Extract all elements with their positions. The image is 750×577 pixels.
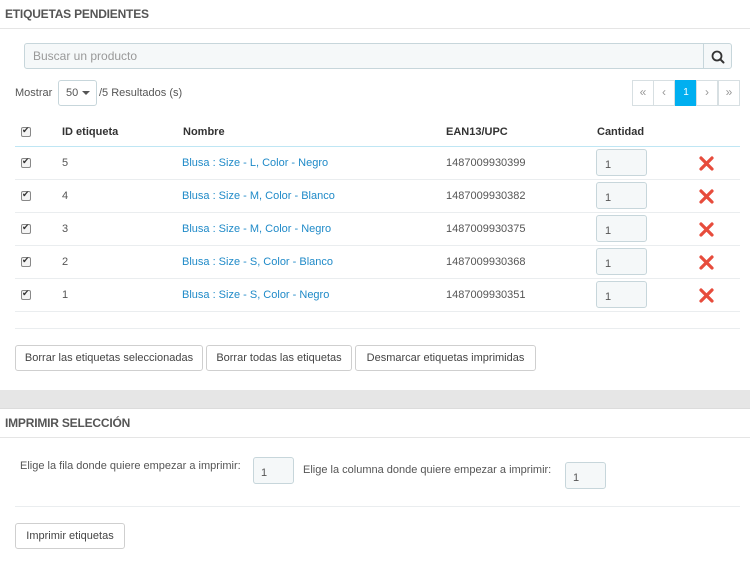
pagination-current[interactable]: 1: [675, 80, 697, 106]
row-checkbox[interactable]: [21, 255, 31, 267]
header-ean: EAN13/UPC: [446, 126, 508, 138]
row-divider: [15, 179, 740, 180]
delete-icon[interactable]: [699, 288, 714, 303]
per-page-value: 50: [66, 87, 79, 99]
print-divider: [15, 506, 740, 507]
unmark-printed-button[interactable]: Desmarcar etiquetas imprimidas: [355, 345, 536, 371]
quantity-input[interactable]: 1: [596, 248, 647, 275]
row-divider: [15, 245, 740, 246]
section-title: IMPRIMIR SELECCIÓN: [5, 416, 131, 430]
quantity-input[interactable]: 1: [596, 182, 647, 209]
pending-labels-header: ETIQUETAS PENDIENTES: [0, 0, 750, 29]
row-checkbox[interactable]: [21, 288, 31, 300]
pagination-next[interactable]: ›: [696, 80, 718, 106]
pagination-first[interactable]: «: [632, 80, 654, 106]
delete-icon[interactable]: [699, 189, 714, 204]
pagination-last[interactable]: »: [718, 80, 740, 106]
section-separator: [0, 390, 750, 409]
row-id: 4: [62, 190, 69, 202]
row-checkbox[interactable]: [21, 222, 31, 234]
row-ean: 1487009930399: [446, 157, 526, 169]
row-divider: [15, 311, 740, 312]
show-label: Mostrar: [15, 87, 53, 99]
search-button[interactable]: [703, 43, 732, 69]
header-name: Nombre: [183, 126, 225, 138]
quantity-input[interactable]: 1: [596, 149, 647, 176]
start-column-label: Elige la columna donde quiere empezar a …: [303, 464, 552, 476]
chevron-down-icon: [82, 91, 90, 95]
actions-divider: [15, 328, 740, 329]
row-divider: [15, 212, 740, 213]
start-column-input[interactable]: 1: [565, 462, 606, 489]
start-row-label: Elige la fila donde quiere empezar a imp…: [20, 460, 241, 472]
row-ean: 1487009930368: [446, 256, 526, 268]
start-row-input[interactable]: 1: [253, 457, 294, 484]
quantity-input[interactable]: 1: [596, 215, 647, 242]
select-all-checkbox[interactable]: [21, 125, 31, 137]
product-link[interactable]: Blusa : Size - S, Color - Blanco: [182, 256, 333, 268]
row-ean: 1487009930382: [446, 190, 526, 202]
search-icon: [711, 50, 725, 64]
per-page-select[interactable]: 50: [58, 80, 97, 106]
results-count: /5 Resultados (s): [99, 87, 183, 99]
row-id: 5: [62, 157, 69, 169]
row-ean: 1487009930375: [446, 223, 526, 235]
product-link[interactable]: Blusa : Size - M, Color - Blanco: [182, 190, 335, 202]
row-ean: 1487009930351: [446, 289, 526, 301]
delete-selected-button[interactable]: Borrar las etiquetas seleccionadas: [15, 345, 203, 371]
row-id: 3: [62, 223, 69, 235]
row-checkbox[interactable]: [21, 156, 31, 168]
quantity-input[interactable]: 1: [596, 281, 647, 308]
delete-icon[interactable]: [699, 222, 714, 237]
product-link[interactable]: Blusa : Size - S, Color - Negro: [182, 289, 329, 301]
print-selection-header: IMPRIMIR SELECCIÓN: [0, 409, 750, 438]
search-input[interactable]: Buscar un producto: [24, 43, 704, 69]
delete-all-button[interactable]: Borrar todas las etiquetas: [206, 345, 352, 371]
row-checkbox[interactable]: [21, 189, 31, 201]
delete-icon[interactable]: [699, 156, 714, 171]
print-labels-button[interactable]: Imprimir etiquetas: [15, 523, 125, 549]
header-id: ID etiqueta: [62, 126, 119, 138]
header-quantity: Cantidad: [597, 126, 645, 138]
table-header-divider: [15, 146, 740, 147]
pagination-prev[interactable]: ‹: [653, 80, 675, 106]
row-id: 2: [62, 256, 69, 268]
row-id: 1: [62, 289, 69, 301]
row-divider: [15, 278, 740, 279]
product-link[interactable]: Blusa : Size - L, Color - Negro: [182, 157, 328, 169]
product-link[interactable]: Blusa : Size - M, Color - Negro: [182, 223, 331, 235]
delete-icon[interactable]: [699, 255, 714, 270]
section-title: ETIQUETAS PENDIENTES: [5, 7, 149, 21]
